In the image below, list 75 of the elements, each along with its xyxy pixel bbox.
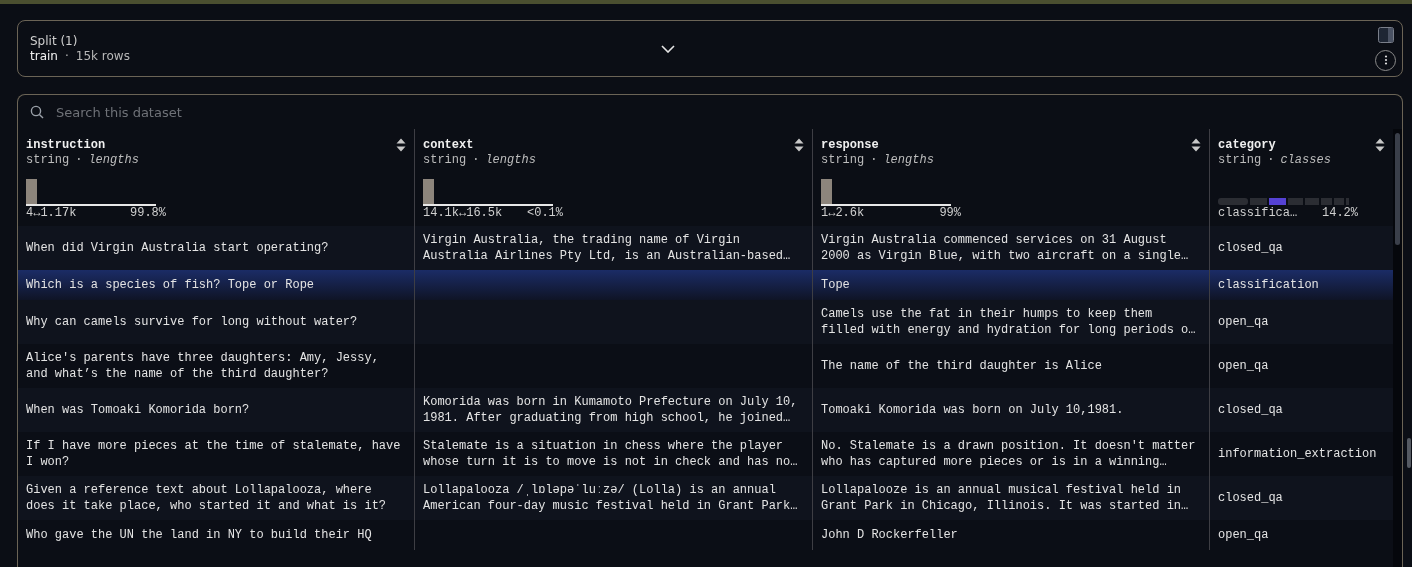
column-type: string	[26, 153, 70, 167]
table-cell: open_qa	[1218, 527, 1269, 543]
column-name: response	[821, 138, 879, 152]
table-row[interactable]	[18, 476, 1393, 520]
table-cell-text: No. Stalemate is a drawn position. It doesn't matter who has captured more pieces or is in a winning…	[821, 438, 1197, 470]
sort-icon[interactable]	[1375, 138, 1385, 152]
table-cell: Which is a species of fish? Tope or Rope	[26, 277, 315, 293]
value-range: classifica…	[1218, 206, 1298, 220]
column-stat: lengths	[88, 153, 139, 167]
histogram-drawing[interactable]	[821, 178, 951, 206]
table-row[interactable]: When was Tomoaki Komorida born? Komorida was born in Kumamoto Prefecture on July 10, 1981. After graduating from high school, he joined… Tomoaki Komorida was born on July 10,1981. closed_qa	[18, 388, 1393, 432]
value-percent: <0.1%	[527, 206, 563, 220]
table-cell: open_qa	[1218, 358, 1269, 374]
value-range: 4↔1.17k	[26, 206, 77, 220]
column-stat: lengths	[485, 153, 536, 167]
table-cell-text: Camels use the fat in their humps to keep them filled with energy and hydration for long periods o…	[821, 306, 1197, 338]
split-name: train	[30, 49, 58, 63]
table-row[interactable]: Why can camels survive for long without water? Camels use the fat in their humps to keep them filled with energy and hydration for long periods o… open_qa	[18, 300, 1393, 344]
column-stat: classes	[1280, 153, 1331, 167]
table-cell: classification	[1218, 277, 1319, 293]
sort-icon[interactable]	[794, 138, 804, 152]
separator-dot: ·	[75, 153, 83, 167]
chevron-down-icon[interactable]	[661, 44, 675, 53]
separator-dot: ·	[472, 153, 480, 167]
separator-dot: ·	[64, 49, 69, 63]
value-range: 14.1k↔16.5k	[423, 206, 503, 220]
separator-dot: ·	[870, 153, 878, 167]
split-label: Split (1)	[30, 34, 79, 48]
table-cell: Why can camels survive for long without water?	[26, 314, 358, 330]
table-cell: open_qa	[1218, 314, 1269, 330]
value-percent: 99.8%	[130, 206, 166, 220]
table-cell: closed_qa	[1218, 402, 1283, 418]
page-scrollbar[interactable]	[1407, 438, 1411, 468]
table-cell: information_extraction	[1218, 446, 1377, 462]
histogram-drawing[interactable]	[423, 178, 553, 206]
table-cell-text: If I have more pieces at the time of stalemate, have I won?	[26, 438, 402, 470]
table-cell-text: Komorida was born in Kumamoto Prefecture on July 10, 1981. After graduating from high school, he joined…	[423, 394, 799, 426]
row-count: 15k rows	[75, 49, 130, 63]
panel-icon[interactable]	[1377, 26, 1394, 43]
table-cell-text: Alice's parents have three daughters: Amy, Jessy, and what’s the name of the third daughter?	[26, 350, 380, 382]
search-field[interactable]: Search this dataset	[54, 103, 458, 121]
value-percent: 14.2%	[1322, 206, 1358, 220]
more-vertical-icon	[1383, 55, 1388, 65]
column-name: instruction	[26, 138, 106, 152]
table-row[interactable]	[18, 226, 1393, 270]
sort-icon[interactable]	[1191, 138, 1201, 152]
search-icon	[30, 105, 44, 119]
table-cell: Who gave the UN the land in NY to build their HQ	[26, 527, 372, 543]
table-cell: The name of the third daughter is Alice	[821, 358, 1102, 374]
column-type: string	[1218, 153, 1262, 167]
table-cell-text: Lollapalooza /ˌlɒləpəˈluːzə/ (Lolla) is an annual American four-day music festival held in Grant Park…	[423, 482, 799, 514]
table-cell: closed_qa	[1218, 490, 1283, 506]
table-cell-text: Given a reference text about Lollapalooza, where does it take place, who started it and what is it?	[26, 482, 388, 514]
scrollbar[interactable]	[1393, 129, 1402, 567]
table-cell-text: Virgin Australia, the trading name of Virgin Australia Airlines Pty Ltd, is an Australian-based…	[423, 232, 792, 264]
column-type: string	[423, 153, 467, 167]
sort-icon[interactable]	[396, 138, 406, 152]
table-cell-text: Virgin Australia commenced services on 31 August 2000 as Virgin Blue, with two aircraft on a single…	[821, 232, 1190, 264]
table-cell-text: Lollapalooze is an annual musical festival held in Grant Park in Chicago, Illinois. It was started in…	[821, 482, 1190, 514]
table-cell: closed_qa	[1218, 240, 1283, 256]
column-stat: lengths	[883, 153, 934, 167]
table-cell: Tomoaki Komorida was born on July 10,1981.	[821, 402, 1124, 418]
table-cell: Tope	[821, 277, 850, 293]
separator-dot: ·	[1267, 153, 1275, 167]
column-type: string	[821, 153, 865, 167]
value-range: 1↔2.6k	[821, 206, 865, 220]
column-name: category	[1218, 138, 1276, 152]
table-cell-text: Stalemate is a situation in chess where the player whose turn it is to move is not in check and has no…	[423, 438, 799, 470]
value-percent: 99%	[939, 206, 961, 220]
column-name: context	[423, 138, 474, 152]
table-row[interactable]: Which is a species of fish? Tope or Rope Tope classification	[18, 270, 1393, 300]
table-cell: When did Virgin Australia start operating?	[26, 240, 329, 256]
histogram-drawing[interactable]	[26, 178, 156, 206]
table-cell: John D Rockerfeller	[821, 527, 958, 543]
table-cell: When was Tomoaki Komorida born?	[26, 402, 250, 418]
